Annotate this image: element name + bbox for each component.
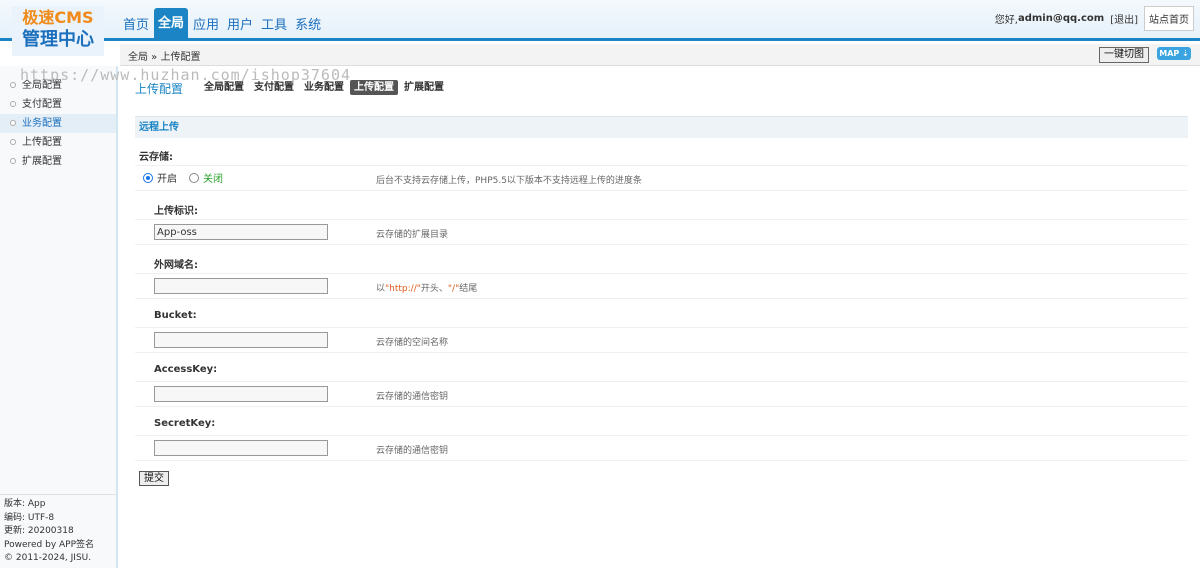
upload-id-label: 上传标识:	[154, 206, 198, 217]
logo-title: 极速CMS	[22, 8, 94, 27]
greeting: 您好,	[994, 15, 1018, 26]
domain-desc: 以"http://"开头、"/"结尾	[376, 281, 477, 294]
logo[interactable]: 极速CMS 管理中心	[12, 6, 104, 56]
tab-extension[interactable]: 扩展配置	[400, 80, 448, 95]
version-line: 版本: App	[4, 499, 46, 509]
nav-tools[interactable]: 工具	[258, 14, 290, 38]
nav-apps[interactable]: 应用	[190, 14, 222, 38]
sidebar-item-label: 扩展配置	[22, 156, 62, 167]
bullet-icon	[10, 139, 16, 145]
sidebar-item-payment[interactable]: 支付配置	[0, 95, 116, 114]
divider	[135, 190, 1188, 191]
divider	[135, 219, 1188, 220]
divider	[135, 352, 1188, 353]
desc-highlight: "/"	[447, 284, 460, 294]
bullet-icon	[10, 101, 16, 107]
desc-text: 开头、	[420, 284, 448, 294]
watermark: https://www.huzhan.com/ishop37604	[20, 66, 352, 84]
logout-link[interactable]: [退出]	[1110, 11, 1138, 26]
cloud-storage-label: 云存储:	[139, 152, 173, 163]
powered-by-line: Powered by APP签名	[4, 539, 95, 550]
secretkey-input[interactable]	[154, 440, 328, 456]
accesskey-desc: 云存储的通信密钥	[376, 392, 449, 402]
desc-text: 以	[376, 284, 386, 294]
radio-disable[interactable]	[189, 172, 199, 183]
upload-id-input[interactable]	[154, 224, 328, 240]
divider	[135, 435, 1188, 436]
bucket-label: Bucket:	[154, 310, 197, 321]
bullet-icon	[10, 158, 16, 164]
divider	[135, 406, 1188, 407]
divider	[135, 460, 1188, 461]
header: 极速CMS 管理中心 首页 全局 应用 用户 工具 系统 您好, admin@q…	[0, 0, 1200, 56]
divider	[135, 273, 1188, 274]
sidebar-item-label: 上传配置	[22, 137, 62, 148]
divider	[135, 381, 1188, 382]
nav-system[interactable]: 系统	[292, 14, 324, 38]
map-button[interactable]: MAP ⇣	[1157, 47, 1191, 60]
cloud-storage-radio-group: 开启 关闭	[143, 170, 223, 185]
divider	[135, 298, 1188, 299]
cloud-storage-desc: 后台不支持云存储上传，PHP5.5以下版本不支持远程上传的进度条	[376, 176, 642, 186]
radio-enable-label[interactable]: 开启	[157, 170, 177, 185]
divider	[135, 244, 1188, 245]
accesskey-label: AccessKey:	[154, 364, 218, 375]
upload-id-desc: 云存储的扩展目录	[376, 230, 449, 240]
encoding-line: 编码: UTF-8	[4, 512, 55, 523]
divider	[135, 327, 1188, 328]
bullet-icon	[10, 82, 16, 88]
desc-highlight: "http://"	[385, 284, 421, 294]
bucket-input[interactable]	[154, 332, 328, 348]
version-info: 版本: App 编码: UTF-8 更新: 20200318 Powered b…	[4, 498, 94, 566]
radio-enable[interactable]	[143, 172, 153, 183]
sidebar-item-label: 支付配置	[22, 99, 62, 110]
sidebar-item-business[interactable]: 业务配置	[0, 114, 116, 133]
secretkey-label: SecretKey:	[154, 418, 216, 429]
desc-text: 结尾	[459, 284, 478, 294]
main-content: 上传配置 全局配置 支付配置 业务配置 上传配置 扩展配置 远程上传 云存储: …	[120, 66, 1200, 568]
user-box: 您好, admin@qq.com [退出] 站点首页	[995, 6, 1194, 31]
domain-input[interactable]	[154, 278, 328, 294]
sidebar: 全局配置 支付配置 业务配置 上传配置 扩展配置 版本: App 编码: UTF…	[0, 66, 118, 568]
divider	[0, 494, 116, 495]
top-nav: 首页 全局 应用 用户 工具 系统	[120, 0, 326, 38]
sidebar-item-label: 业务配置	[22, 118, 62, 129]
secretkey-desc: 云存储的通信密钥	[376, 446, 449, 456]
nav-home[interactable]: 首页	[120, 14, 152, 38]
switch-button[interactable]: 一键切图	[1099, 47, 1149, 63]
breadcrumb: 全局 » 上传配置	[128, 52, 201, 63]
username: admin@qq.com	[1017, 13, 1105, 24]
section-title: 远程上传	[135, 116, 1188, 138]
copyright-line: © 2011-2024, JISU.	[4, 553, 92, 563]
logo-subtitle: 管理中心	[22, 29, 94, 50]
radio-disable-label[interactable]: 关闭	[203, 170, 223, 185]
accesskey-input[interactable]	[154, 386, 328, 402]
bullet-icon	[10, 120, 16, 126]
divider	[135, 165, 1188, 166]
submit-button[interactable]: 提交	[139, 471, 169, 486]
sidebar-item-upload[interactable]: 上传配置	[0, 133, 116, 152]
bucket-desc: 云存储的空间名称	[376, 338, 449, 348]
updated-line: 更新: 20200318	[4, 526, 74, 536]
breadcrumb-bar: 全局 » 上传配置 一键切图 MAP ⇣	[120, 44, 1200, 66]
tab-upload[interactable]: 上传配置	[350, 80, 398, 95]
nav-global[interactable]: 全局	[154, 8, 189, 38]
site-home-button[interactable]: 站点首页	[1144, 6, 1194, 31]
nav-users[interactable]: 用户	[224, 14, 256, 38]
sidebar-item-extension[interactable]: 扩展配置	[0, 152, 116, 171]
domain-label: 外网域名:	[154, 260, 198, 271]
